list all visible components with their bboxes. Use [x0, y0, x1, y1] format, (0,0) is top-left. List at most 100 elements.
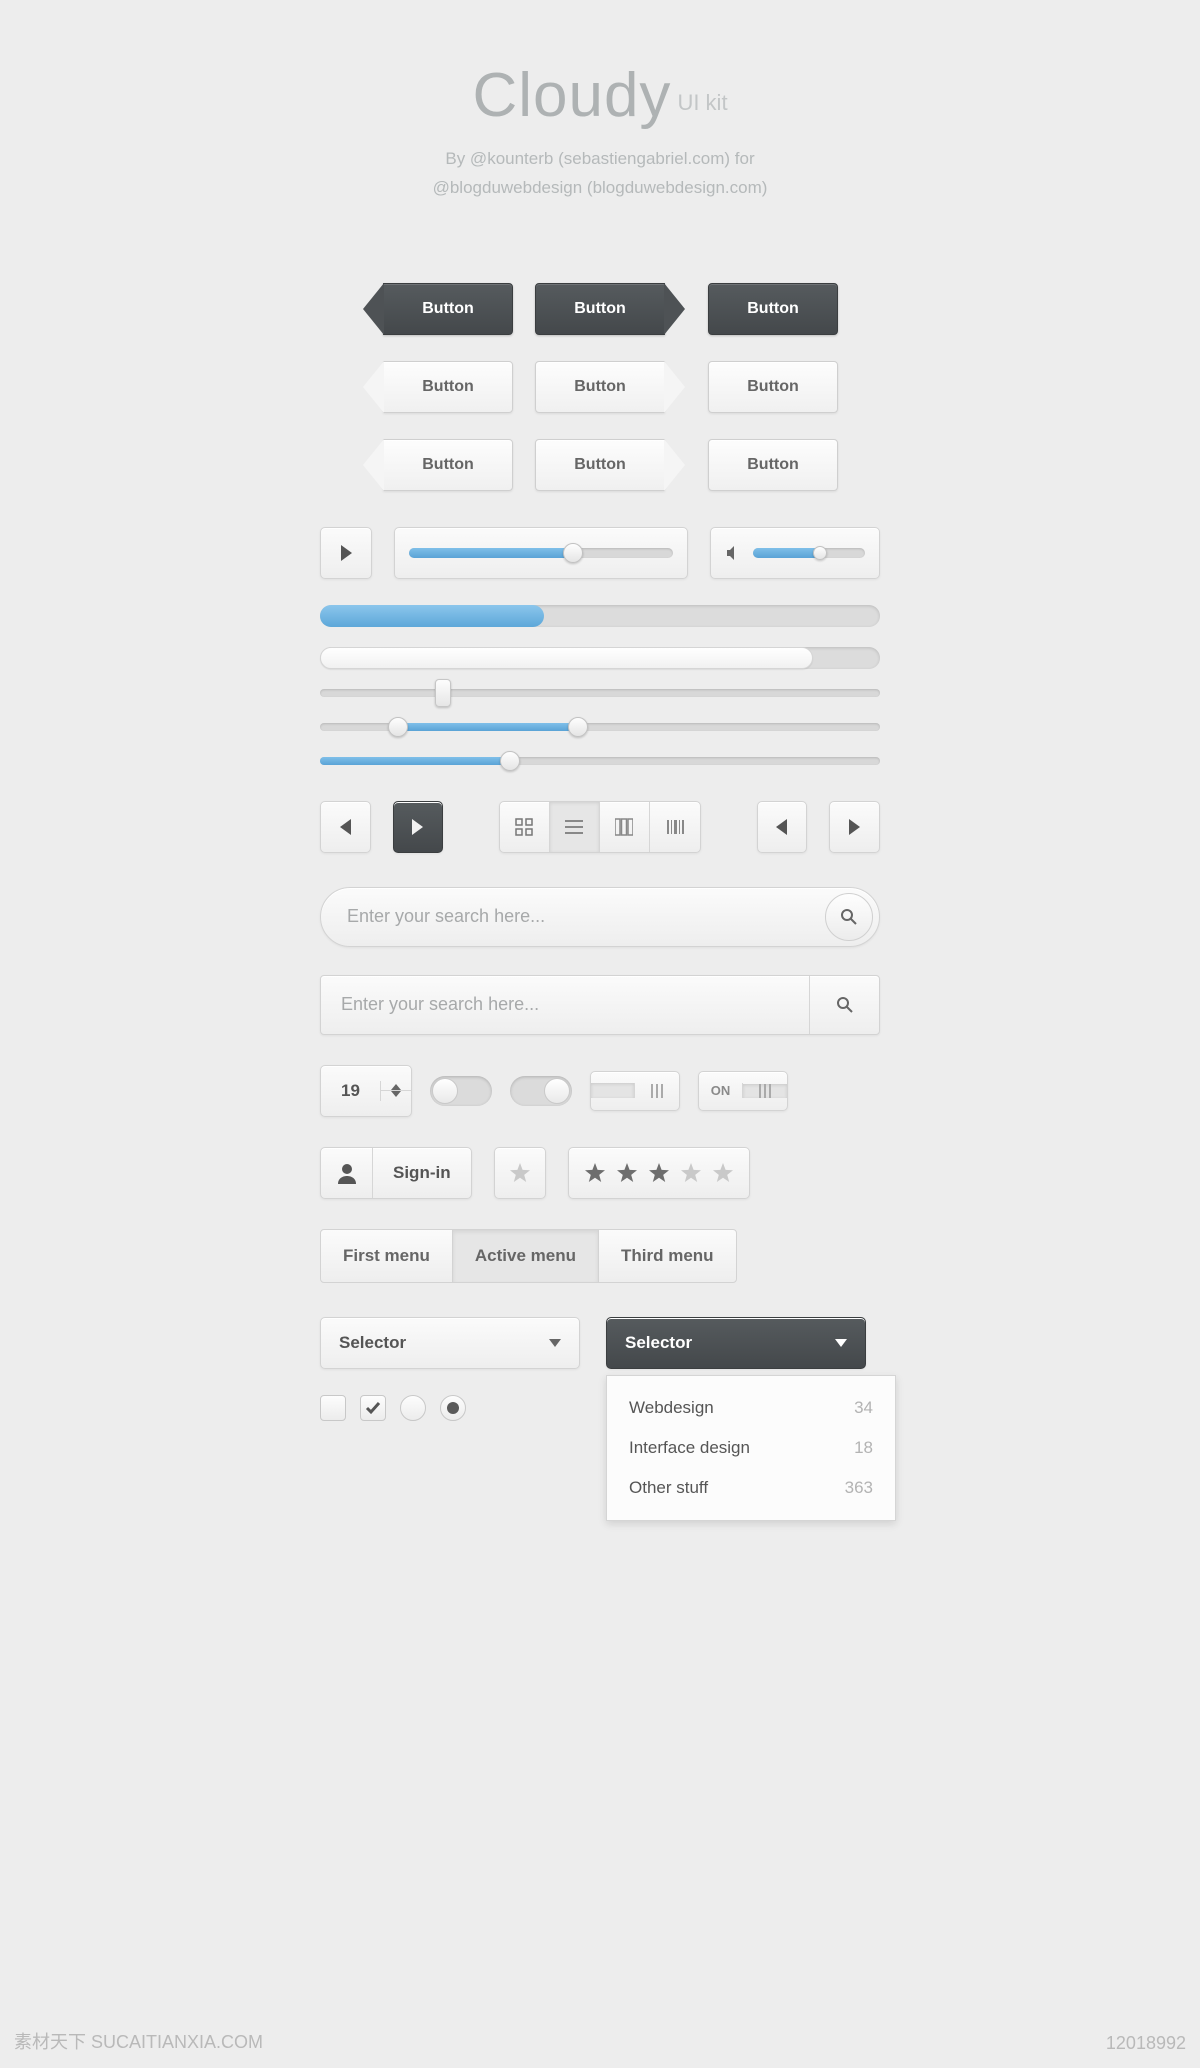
star-icon: [508, 1161, 532, 1185]
switch-on-label: ON: [699, 1083, 743, 1098]
button-dark-arrow-left[interactable]: Button: [383, 283, 513, 335]
star-single[interactable]: [494, 1147, 546, 1199]
switch-on-off[interactable]: ON: [698, 1071, 788, 1111]
star-icon: [615, 1161, 639, 1185]
caret-right-icon: [849, 819, 860, 835]
button[interactable]: Button: [708, 439, 838, 491]
user-icon: [336, 1162, 358, 1184]
slider-blue[interactable]: [320, 757, 880, 765]
star-icon: [583, 1161, 607, 1185]
volume-control[interactable]: [710, 527, 880, 579]
search-submit[interactable]: [809, 976, 879, 1034]
star-icon: [679, 1161, 703, 1185]
view-list[interactable]: [550, 802, 600, 852]
button[interactable]: Button: [708, 361, 838, 413]
dropdown-label: Other stuff: [629, 1478, 708, 1498]
dropdown-menu: Webdesign 34 Interface design 18 Other stu…: [606, 1375, 896, 1521]
toggle-on[interactable]: [510, 1076, 572, 1106]
dropdown-item[interactable]: Other stuff363: [607, 1468, 895, 1508]
switch-pos-2[interactable]: [635, 1084, 679, 1098]
tab-active[interactable]: Active menu: [452, 1229, 599, 1283]
button-arrow-left[interactable]: Button: [383, 361, 513, 413]
search-rect[interactable]: Enter your search here...: [320, 975, 880, 1035]
tab-label: First menu: [343, 1246, 430, 1266]
star-rating[interactable]: [568, 1147, 750, 1199]
next-button-active[interactable]: [393, 801, 444, 853]
tab-bar: First menu Active menu Third menu: [320, 1229, 880, 1283]
caret-down-icon: [391, 1091, 401, 1097]
view-switcher: [499, 801, 701, 853]
kit-subtitle: UI kit: [677, 90, 727, 115]
tab-label: Active menu: [475, 1246, 576, 1266]
view-barcode[interactable]: [650, 802, 700, 852]
play-button[interactable]: [320, 527, 372, 579]
stepper-value: 19: [321, 1081, 381, 1101]
toggle-off[interactable]: [430, 1076, 492, 1106]
tab-label: Third menu: [621, 1246, 714, 1266]
tab-first[interactable]: First menu: [320, 1229, 453, 1283]
credit-line-2: @blogduwebdesign (blogduwebdesign.com): [320, 174, 880, 203]
button-label: Button: [422, 378, 474, 396]
slider-range[interactable]: [320, 723, 880, 731]
button-dark-arrow-right[interactable]: Button: [535, 283, 665, 335]
view-grid[interactable]: [500, 802, 550, 852]
dropdown-label: Interface design: [629, 1438, 750, 1458]
button-arrow-left[interactable]: Button: [383, 439, 513, 491]
select-dark[interactable]: Selector: [606, 1317, 866, 1369]
grid-icon: [515, 818, 533, 836]
caret-right-icon: [412, 819, 423, 835]
switch-pos-1[interactable]: [591, 1083, 635, 1098]
search-placeholder: Enter your search here...: [341, 994, 539, 1015]
button-label: Button: [747, 456, 799, 474]
slider-single[interactable]: [320, 689, 880, 697]
switch-off[interactable]: [743, 1084, 787, 1098]
caret-left-icon: [340, 819, 351, 835]
chevron-down-icon: [835, 1339, 847, 1347]
volume-icon: [725, 545, 741, 561]
dropdown-item[interactable]: Interface design 18: [607, 1428, 895, 1468]
view-columns[interactable]: [600, 802, 650, 852]
select-label: Selector: [339, 1333, 406, 1353]
radio-unchecked[interactable]: [400, 1395, 426, 1421]
list-icon: [565, 818, 583, 836]
watermark: 素材天下 SUCAITIANXIA.COM: [14, 2028, 263, 2054]
button-dark[interactable]: Button: [708, 283, 838, 335]
dropdown-count: 18: [854, 1438, 873, 1458]
stepper-up[interactable]: [381, 1084, 411, 1091]
chevron-down-icon: [549, 1339, 561, 1347]
search-rounded[interactable]: Enter your search here...: [320, 887, 880, 947]
caret-up-icon: [391, 1084, 401, 1090]
switch-3-pos[interactable]: [590, 1071, 680, 1111]
checkbox-unchecked[interactable]: [320, 1395, 346, 1421]
dropdown-count: 34: [854, 1398, 873, 1418]
select-light[interactable]: Selector: [320, 1317, 580, 1369]
prev-button-2[interactable]: [757, 801, 808, 853]
progress-bar-white: [320, 647, 880, 669]
signin-button[interactable]: Sign-in: [320, 1147, 472, 1199]
seek-slider[interactable]: [394, 527, 688, 579]
lines-icon: [651, 1084, 663, 1098]
kit-title: Cloudy: [472, 61, 671, 130]
button-label: Button: [747, 300, 799, 318]
search-icon: [836, 996, 854, 1014]
tab-third[interactable]: Third menu: [598, 1229, 737, 1283]
button-label: Button: [574, 300, 626, 318]
select-label: Selector: [625, 1333, 692, 1353]
checkbox-checked[interactable]: [360, 1395, 386, 1421]
signin-label: Sign-in: [373, 1163, 471, 1183]
progress-bar-blue: [320, 605, 880, 627]
next-button-2[interactable]: [829, 801, 880, 853]
star-icon: [711, 1161, 735, 1185]
button-arrow-right[interactable]: Button: [535, 439, 665, 491]
lines-icon: [759, 1084, 771, 1098]
number-stepper[interactable]: 19: [320, 1065, 412, 1117]
search-submit[interactable]: [825, 893, 873, 941]
button-arrow-right[interactable]: Button: [535, 361, 665, 413]
prev-button[interactable]: [320, 801, 371, 853]
dropdown-item[interactable]: Webdesign 34: [607, 1388, 895, 1428]
header: CloudyUI kit By @kounterb (sebastiengabr…: [320, 60, 880, 203]
stepper-down[interactable]: [381, 1091, 411, 1097]
caret-left-icon: [776, 819, 787, 835]
dropdown-label: Webdesign: [629, 1398, 714, 1418]
radio-checked[interactable]: [440, 1395, 466, 1421]
